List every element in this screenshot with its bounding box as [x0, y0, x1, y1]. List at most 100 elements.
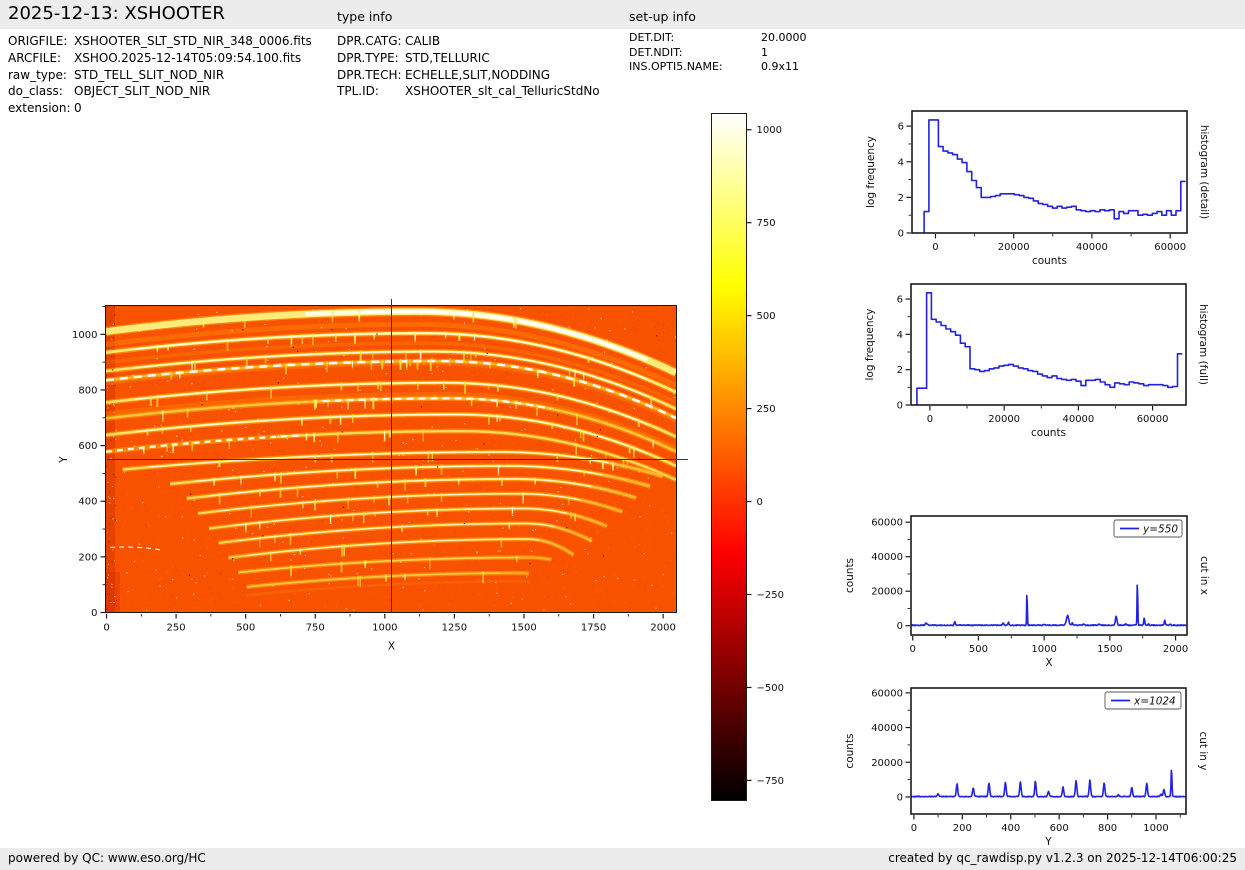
crosshair-vertical-line — [390, 299, 393, 613]
svg-text:600: 600 — [1050, 823, 1069, 834]
svg-text:4: 4 — [898, 157, 904, 168]
setup-info-block: DET.DIT: 20.0000 DET.NDIT: 1 INS.OPTI5.NAM… — [629, 31, 807, 75]
svg-text:4: 4 — [897, 330, 903, 341]
type-info-heading: type info — [337, 9, 393, 24]
field-label: ARCFILE: — [8, 50, 62, 65]
field-value: STD,TELLURIC — [405, 50, 490, 65]
svg-text:2000: 2000 — [650, 623, 675, 634]
cut-in-x-plot: 0 500 1000 1500 20000200004000060000Xcounts c… — [844, 515, 1210, 669]
svg-text:750: 750 — [757, 218, 776, 229]
svg-text:1000: 1000 — [372, 623, 397, 634]
field-value: XSHOOTER_slt_cal_TelluricStdNo — [405, 84, 600, 99]
svg-text:0: 0 — [897, 621, 903, 632]
file-info-row: ORIGFILE: XSHOOTER_SLT_STD_NIR_348_0006.f… — [8, 33, 312, 50]
svg-text:0: 0 — [932, 242, 938, 253]
svg-text:20000: 20000 — [871, 587, 903, 598]
field-label: DPR.TYPE: — [337, 50, 399, 65]
svg-text:40000: 40000 — [1076, 242, 1108, 253]
field-value: XSHOOTER_SLT_STD_NIR_348_0006.fits — [74, 34, 312, 48]
setup-info-row: DET.NDIT: 1 — [629, 45, 768, 61]
svg-text:0: 0 — [897, 401, 903, 412]
svg-text:1000: 1000 — [1031, 644, 1056, 655]
svg-text:1250: 1250 — [442, 623, 467, 634]
svg-text:histogram (full): histogram (full) — [1197, 304, 1209, 385]
svg-text:counts: counts — [1031, 427, 1066, 439]
svg-text:400: 400 — [78, 497, 97, 508]
svg-text:2: 2 — [898, 193, 904, 204]
svg-text:20000: 20000 — [998, 242, 1030, 253]
svg-text:200: 200 — [78, 552, 97, 563]
svg-text:750: 750 — [306, 623, 325, 634]
svg-text:1500: 1500 — [511, 623, 536, 634]
svg-text:X: X — [388, 641, 395, 653]
svg-text:1000: 1000 — [72, 330, 97, 341]
field-label: ORIGFILE: — [8, 34, 68, 48]
svg-text:60000: 60000 — [871, 518, 903, 529]
file-info-row: extension: 0 — [8, 100, 82, 117]
type-info-row: DPR.TYPE: STD,TELLURIC — [337, 50, 490, 67]
setup-info-row: INS.OPTI5.NAME: 0.9x11 — [629, 60, 799, 75]
type-info-row: TPL.ID: XSHOOTER_slt_cal_TelluricStdNo — [337, 83, 600, 100]
svg-text:60000: 60000 — [1154, 242, 1186, 253]
footer-right-text: created by qc_rawdisp.py v1.2.3 on 2025-… — [888, 851, 1237, 865]
field-value: STD_TELL_SLIT_NOD_NIR — [74, 67, 225, 82]
colorbar-gradient — [712, 114, 746, 800]
svg-text:−250: −250 — [757, 590, 784, 601]
footer-bar: powered by QC: www.eso.org/HC created by… — [0, 848, 1245, 870]
svg-text:60000: 60000 — [1137, 414, 1169, 425]
colorbar — [711, 113, 747, 801]
file-info-row: ARCFILE: XSHOO.2025-12-14T05:09:54.100.fi… — [8, 50, 301, 67]
svg-text:0: 0 — [910, 644, 916, 655]
file-info-row: do_class: OBJECT_SLIT_NOD_NIR — [8, 83, 210, 100]
svg-text:cut in x: cut in x — [1198, 556, 1210, 595]
field-label: DPR.TECH: — [337, 67, 402, 82]
page-title: 2025-12-13: XSHOOTER — [8, 3, 225, 24]
svg-text:0: 0 — [898, 229, 904, 240]
cut-in-y-plot: 0 200 400 600 800 1000 0 20000 40000 60000 Ycounts… — [844, 687, 1209, 848]
svg-text:1500: 1500 — [1097, 644, 1122, 655]
field-label: DPR.CATG: — [337, 34, 402, 48]
svg-text:600: 600 — [78, 441, 97, 452]
svg-text:400: 400 — [1001, 823, 1020, 834]
svg-text:6: 6 — [898, 122, 904, 133]
svg-text:−500: −500 — [757, 683, 784, 694]
svg-text:800: 800 — [78, 385, 97, 396]
svg-text:20000: 20000 — [988, 414, 1020, 425]
svg-text:0: 0 — [911, 823, 917, 834]
svg-text:250: 250 — [757, 404, 776, 415]
field-label: do_class: — [8, 84, 63, 99]
field-label: DET.DIT: — [629, 31, 675, 44]
type-info-row: DPR.CATG: CALIB — [337, 33, 440, 50]
field-value: ECHELLE,SLIT,NODDING — [405, 67, 551, 82]
svg-text:250: 250 — [167, 623, 186, 634]
field-label: DET.NDIT: — [629, 45, 683, 59]
svg-text:1000: 1000 — [1143, 823, 1168, 834]
field-label: extension: — [8, 101, 71, 116]
histogram-full-plot: 0 20000 40000 60000 0 2 4 6 counts log frequency h… — [864, 283, 1209, 439]
field-value: 0 — [74, 101, 82, 116]
type-info-block: DPR.CATG: CALIB DPR.TYPE: STD,TELLURIC DPR… — [337, 33, 600, 100]
svg-text:0: 0 — [757, 497, 763, 508]
svg-text:40000: 40000 — [1062, 414, 1094, 425]
setup-info-row: DET.DIT: 20.0000 — [629, 31, 807, 46]
histogram-detail-plot: 0 20000 40000 60000 0 2 4 6 counts log frequency h… — [865, 110, 1210, 267]
qc-report-page: { "header": { "title": "2025-12-13: XSHO… — [0, 0, 1245, 870]
svg-text:1000: 1000 — [757, 125, 782, 136]
svg-text:40000: 40000 — [871, 552, 903, 563]
svg-text:counts: counts — [1032, 255, 1067, 267]
field-label: TPL.ID: — [337, 84, 379, 99]
field-value: XSHOO.2025-12-14T05:09:54.100.fits — [74, 50, 302, 65]
svg-text:6: 6 — [897, 295, 903, 306]
svg-text:Y: Y — [1044, 836, 1052, 848]
svg-text:60000: 60000 — [871, 688, 903, 699]
field-value: 1 — [761, 45, 768, 59]
svg-text:0: 0 — [103, 623, 109, 634]
field-label: INS.OPTI5.NAME: — [629, 60, 723, 74]
svg-text:x=1024: x=1024 — [1133, 696, 1176, 708]
svg-text:histogram (detail): histogram (detail) — [1198, 125, 1210, 219]
svg-text:200: 200 — [953, 823, 972, 834]
field-value: CALIB — [405, 34, 441, 48]
svg-text:20000: 20000 — [871, 758, 903, 769]
field-label: raw_type: — [8, 67, 67, 82]
svg-text:500: 500 — [236, 623, 255, 634]
